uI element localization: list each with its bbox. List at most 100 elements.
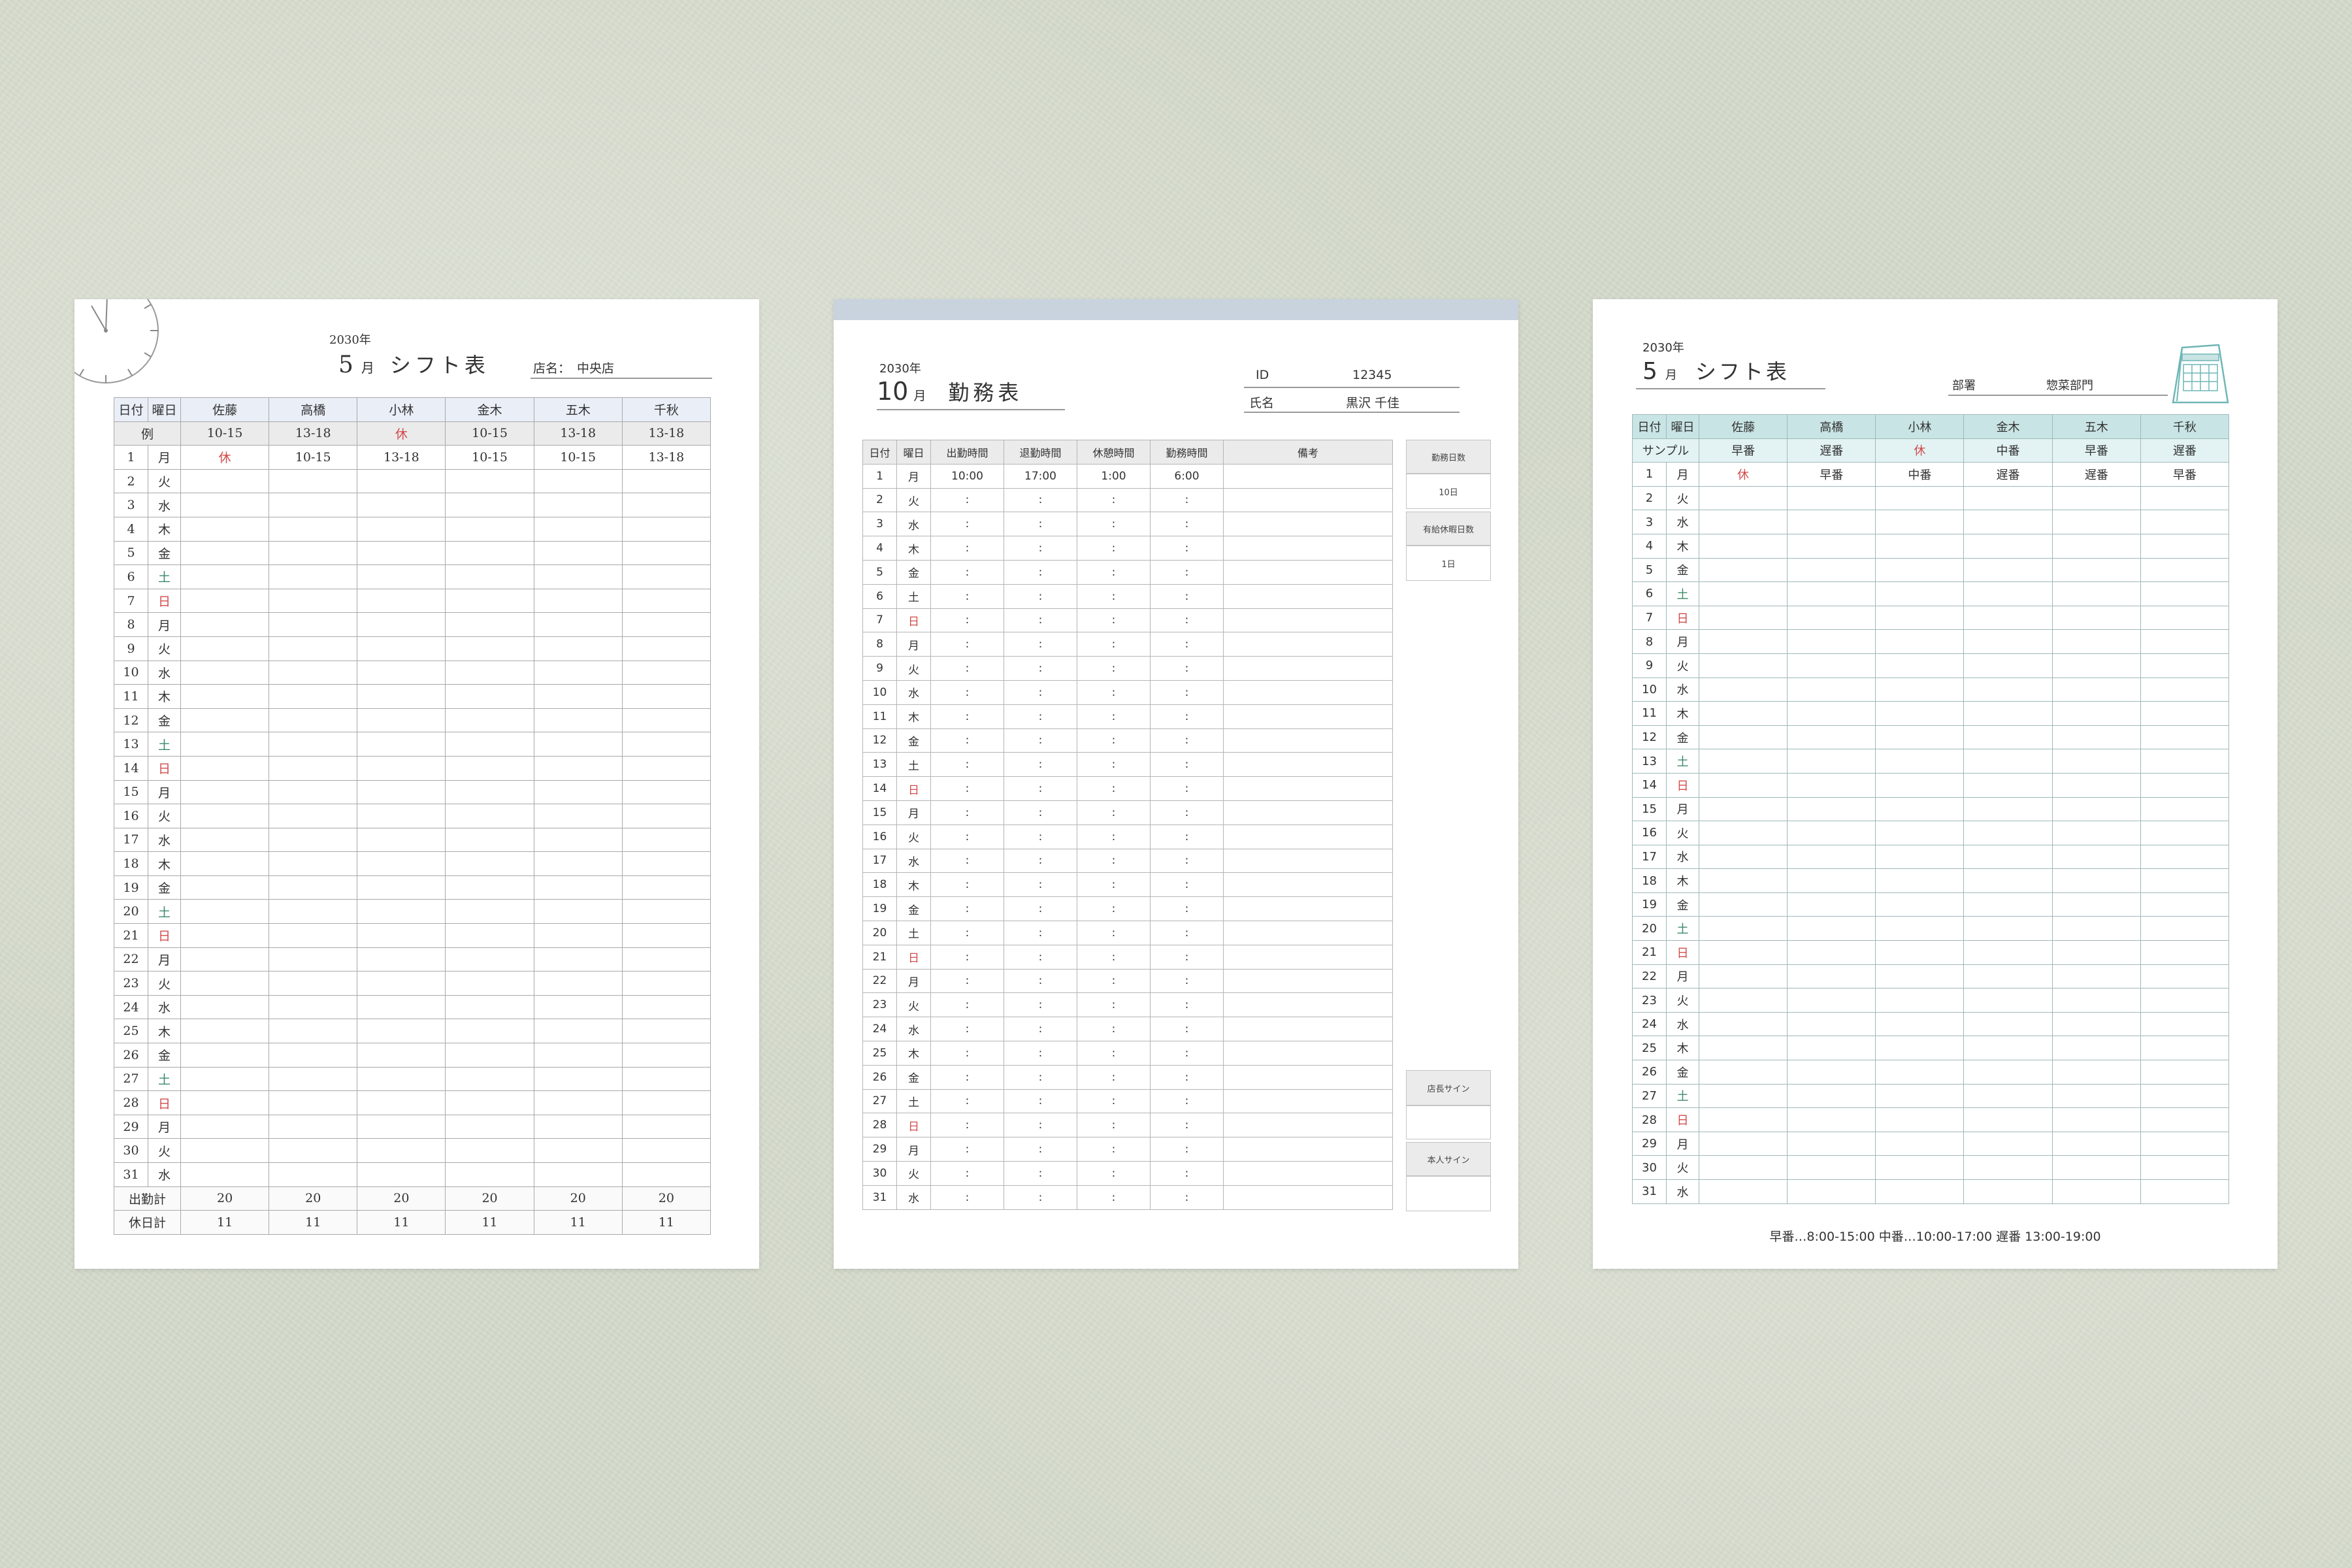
shift-cell[interactable] bbox=[533, 684, 623, 709]
shift-cell[interactable] bbox=[180, 468, 270, 494]
shift-cell[interactable] bbox=[1875, 1155, 1965, 1180]
shift-cell[interactable] bbox=[269, 923, 358, 948]
shift-cell[interactable] bbox=[180, 684, 270, 709]
shift-cell[interactable]: 10-15 bbox=[533, 445, 623, 470]
shift-cell[interactable] bbox=[1787, 749, 1876, 774]
remarks-cell[interactable] bbox=[1223, 824, 1393, 849]
shift-cell[interactable] bbox=[621, 540, 711, 566]
shift-cell[interactable] bbox=[445, 804, 534, 828]
shift-cell[interactable] bbox=[180, 588, 270, 613]
shift-cell[interactable] bbox=[1787, 557, 1876, 583]
shift-cell[interactable] bbox=[1698, 701, 1788, 726]
shift-cell[interactable] bbox=[2051, 653, 2141, 678]
shift-cell[interactable] bbox=[533, 971, 623, 996]
remarks-cell[interactable] bbox=[1223, 1088, 1393, 1114]
shift-cell[interactable] bbox=[1875, 1179, 1965, 1204]
shift-cell[interactable] bbox=[621, 732, 711, 757]
shift-cell[interactable] bbox=[1963, 701, 2053, 726]
shift-cell[interactable]: 10-15 bbox=[269, 445, 358, 470]
shift-cell[interactable] bbox=[1875, 749, 1965, 774]
shift-cell[interactable] bbox=[357, 493, 446, 517]
shift-cell[interactable] bbox=[269, 1019, 358, 1044]
shift-cell[interactable] bbox=[2140, 510, 2230, 534]
shift-cell[interactable] bbox=[2140, 629, 2230, 654]
shift-cell[interactable] bbox=[1875, 677, 1965, 702]
time-cell[interactable]: : bbox=[1077, 920, 1151, 945]
shift-cell[interactable] bbox=[1963, 940, 2053, 965]
shift-cell[interactable]: 遅番 bbox=[1963, 462, 2053, 487]
shift-cell[interactable] bbox=[1698, 725, 1788, 750]
shift-cell[interactable] bbox=[269, 1162, 358, 1187]
time-cell[interactable]: : bbox=[1004, 1184, 1077, 1210]
remarks-cell[interactable] bbox=[1223, 656, 1393, 681]
time-cell[interactable]: : bbox=[1004, 1137, 1077, 1162]
time-cell[interactable]: : bbox=[1150, 1137, 1224, 1162]
shift-cell[interactable] bbox=[533, 1114, 623, 1139]
remarks-cell[interactable] bbox=[1223, 1064, 1393, 1090]
shift-cell[interactable] bbox=[2051, 988, 2141, 1013]
shift-cell[interactable] bbox=[357, 779, 446, 805]
time-cell[interactable]: : bbox=[1150, 1184, 1224, 1210]
shift-cell[interactable] bbox=[1787, 772, 1876, 798]
shift-cell[interactable] bbox=[533, 540, 623, 566]
time-cell[interactable]: : bbox=[1004, 800, 1077, 825]
shift-cell[interactable] bbox=[445, 612, 534, 637]
shift-cell[interactable] bbox=[357, 612, 446, 637]
shift-cell[interactable] bbox=[1963, 916, 2053, 941]
time-cell[interactable]: : bbox=[1150, 944, 1224, 970]
time-cell[interactable]: : bbox=[930, 776, 1004, 801]
shift-cell[interactable]: 早番 bbox=[1787, 462, 1876, 487]
time-cell[interactable]: : bbox=[1004, 632, 1077, 657]
time-cell[interactable]: : bbox=[1077, 1064, 1151, 1090]
shift-cell[interactable] bbox=[2140, 1107, 2230, 1132]
shift-cell[interactable] bbox=[1787, 821, 1876, 845]
shift-cell[interactable] bbox=[2051, 1036, 2141, 1061]
shift-cell[interactable] bbox=[621, 1043, 711, 1068]
remarks-cell[interactable] bbox=[1223, 608, 1393, 633]
shift-cell[interactable] bbox=[533, 708, 623, 733]
shift-cell[interactable] bbox=[357, 708, 446, 733]
time-cell[interactable]: : bbox=[1004, 1064, 1077, 1090]
time-cell[interactable]: : bbox=[1150, 1113, 1224, 1138]
remarks-cell[interactable] bbox=[1223, 848, 1393, 874]
shift-cell[interactable] bbox=[621, 1066, 711, 1092]
shift-cell[interactable] bbox=[1698, 485, 1788, 511]
shift-cell[interactable] bbox=[1963, 772, 2053, 798]
shift-cell[interactable] bbox=[533, 779, 623, 805]
shift-cell[interactable] bbox=[2051, 510, 2141, 534]
shift-cell[interactable] bbox=[1963, 653, 2053, 678]
shift-cell[interactable] bbox=[533, 827, 623, 853]
time-cell[interactable]: : bbox=[1004, 536, 1077, 561]
shift-cell[interactable] bbox=[1787, 796, 1876, 822]
shift-cell[interactable] bbox=[1875, 868, 1965, 893]
shift-cell[interactable] bbox=[1875, 605, 1965, 630]
shift-cell[interactable] bbox=[1787, 581, 1876, 606]
shift-cell[interactable] bbox=[2140, 653, 2230, 678]
time-cell[interactable]: : bbox=[930, 512, 1004, 537]
shift-cell[interactable] bbox=[1875, 940, 1965, 965]
shift-cell[interactable] bbox=[533, 1019, 623, 1044]
remarks-cell[interactable] bbox=[1223, 463, 1393, 489]
shift-cell[interactable] bbox=[2140, 796, 2230, 822]
shift-cell[interactable] bbox=[445, 588, 534, 613]
shift-cell[interactable] bbox=[533, 899, 623, 924]
shift-cell[interactable] bbox=[621, 636, 711, 661]
shift-cell[interactable] bbox=[1963, 868, 2053, 893]
time-cell[interactable]: : bbox=[1004, 608, 1077, 633]
shift-cell[interactable] bbox=[445, 923, 534, 948]
shift-cell[interactable] bbox=[357, 732, 446, 757]
shift-cell[interactable] bbox=[2051, 1131, 2141, 1156]
time-cell[interactable]: : bbox=[1077, 1160, 1151, 1186]
shift-cell[interactable] bbox=[269, 947, 358, 972]
shift-cell[interactable] bbox=[2051, 1083, 2141, 1109]
shift-cell[interactable] bbox=[621, 684, 711, 709]
shift-cell[interactable] bbox=[180, 660, 270, 685]
shift-cell[interactable] bbox=[269, 875, 358, 900]
shift-cell[interactable] bbox=[2140, 1060, 2230, 1085]
shift-cell[interactable] bbox=[1698, 749, 1788, 774]
shift-cell[interactable] bbox=[1875, 1083, 1965, 1109]
time-cell[interactable]: : bbox=[1150, 992, 1224, 1018]
shift-cell[interactable] bbox=[1698, 1131, 1788, 1156]
shift-cell[interactable] bbox=[621, 1162, 711, 1187]
shift-cell[interactable] bbox=[357, 1114, 446, 1139]
